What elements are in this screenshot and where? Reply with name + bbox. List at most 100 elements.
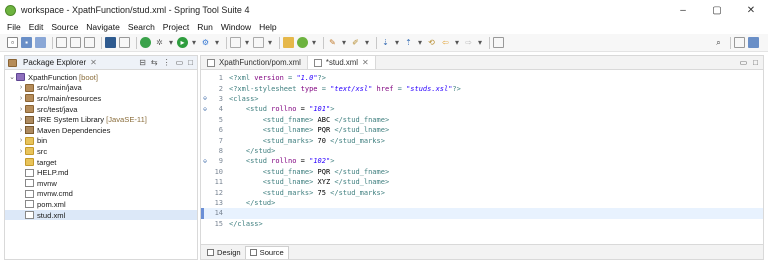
- forward-dropdown-icon[interactable]: ▾: [477, 37, 483, 48]
- code-line[interactable]: ⊖ 4 <stud rollno = "101">: [201, 104, 763, 114]
- run-dropdown-icon[interactable]: ▾: [191, 37, 197, 48]
- fold-toggle-icon[interactable]: ⊖: [201, 158, 209, 165]
- menu-navigate[interactable]: Navigate: [86, 22, 120, 32]
- tree-item[interactable]: mvnw.cmd: [5, 189, 197, 200]
- menu-window[interactable]: Window: [221, 22, 251, 32]
- new-java-class-icon[interactable]: [253, 37, 264, 48]
- code-line[interactable]: 10 <stud_fname> PQR </stud_fname>: [201, 167, 763, 177]
- annotation-dropdown-icon[interactable]: ▾: [364, 37, 370, 48]
- tree-item[interactable]: mvnw: [5, 178, 197, 189]
- new-icon[interactable]: ▫: [7, 37, 18, 48]
- open-perspective-button-icon[interactable]: [734, 37, 745, 48]
- search-dropdown-icon[interactable]: ▾: [341, 37, 347, 48]
- terminal-icon[interactable]: [119, 37, 130, 48]
- code-line[interactable]: ⊖ 9 <stud rollno = "102">: [201, 156, 763, 166]
- save-all-icon[interactable]: [35, 37, 46, 48]
- chevron-down-icon[interactable]: ⌄: [8, 73, 16, 81]
- tree-item[interactable]: ⌄ XpathFunction [boot]: [5, 72, 197, 83]
- code-line[interactable]: 12 <stud_marks> 75 </stud_marks>: [201, 187, 763, 197]
- menu-run[interactable]: Run: [197, 22, 213, 32]
- menu-search[interactable]: Search: [128, 22, 155, 32]
- maximize-button[interactable]: ▢: [700, 0, 734, 20]
- chevron-right-icon[interactable]: ›: [17, 137, 25, 144]
- save-icon[interactable]: ▪: [21, 37, 32, 48]
- tree-item[interactable]: › src/main/resources: [5, 93, 197, 104]
- maximize-editor-icon[interactable]: □: [753, 58, 758, 67]
- close-icon[interactable]: ✕: [362, 58, 369, 67]
- next-annotation-icon[interactable]: ⇣: [380, 37, 391, 48]
- menu-help[interactable]: Help: [259, 22, 276, 32]
- annotation-icon[interactable]: ✐: [350, 37, 361, 48]
- toggle-mark-icon[interactable]: [84, 37, 95, 48]
- fold-toggle-icon[interactable]: ⊖: [201, 106, 209, 113]
- maximize-view-icon[interactable]: □: [188, 58, 193, 67]
- run-icon[interactable]: ▸: [177, 37, 188, 48]
- tree-item[interactable]: HELP.md: [5, 167, 197, 178]
- code-line[interactable]: 1 <?xml version = "1.0"?>: [201, 73, 763, 83]
- editor-tab-pom-xml[interactable]: XpathFunction/pom.xml: [201, 56, 308, 69]
- minimize-view-icon[interactable]: ▭: [176, 58, 184, 67]
- new-server-icon[interactable]: [230, 37, 241, 48]
- new-java-class-dropdown-icon[interactable]: ▾: [267, 37, 273, 48]
- chevron-right-icon[interactable]: ›: [17, 106, 25, 113]
- debug-icon[interactable]: ✲: [154, 37, 165, 48]
- tree-item[interactable]: › JRE System Library [JavaSE-11]: [5, 114, 197, 125]
- console-icon[interactable]: [105, 37, 116, 48]
- code-line[interactable]: 8 </stud>: [201, 146, 763, 156]
- menu-file[interactable]: File: [7, 22, 21, 32]
- menu-edit[interactable]: Edit: [29, 22, 44, 32]
- code-line[interactable]: 6 <stud_lname> PQR </stud_lname>: [201, 125, 763, 135]
- view-menu-icon[interactable]: ⋮: [163, 58, 171, 67]
- tree-item[interactable]: stud.xml: [5, 209, 197, 221]
- search-icon[interactable]: ⌕: [713, 37, 724, 48]
- next-annotation-dropdown-icon[interactable]: ▾: [394, 37, 400, 48]
- code-line[interactable]: ⊖ 3 <class>: [201, 94, 763, 104]
- open-perspective-icon[interactable]: [283, 37, 294, 48]
- pencil-icon[interactable]: ✎: [327, 37, 338, 48]
- tree-item[interactable]: pom.xml: [5, 199, 197, 210]
- link-with-editor-icon[interactable]: ⇆: [151, 58, 158, 67]
- vertical-scrollbar[interactable]: [755, 71, 761, 241]
- previous-annotation-dropdown-icon[interactable]: ▾: [417, 37, 423, 48]
- minimize-editor-icon[interactable]: ▭: [740, 58, 748, 67]
- menu-project[interactable]: Project: [163, 22, 189, 32]
- open-type-icon[interactable]: [56, 37, 67, 48]
- chevron-right-icon[interactable]: ›: [17, 95, 25, 102]
- java-perspective-icon[interactable]: [748, 37, 759, 48]
- chevron-right-icon[interactable]: ›: [17, 127, 25, 134]
- spring-icon[interactable]: [297, 37, 308, 48]
- fold-toggle-icon[interactable]: ⊖: [201, 95, 209, 102]
- forward-icon[interactable]: ⇨: [463, 37, 474, 48]
- code-line[interactable]: 14: [201, 208, 763, 219]
- code-line[interactable]: 5 <stud_fname> ABC </stud_fname>: [201, 115, 763, 125]
- code-line[interactable]: 2 <?xml-stylesheet type = "text/xsl" href…: [201, 83, 763, 93]
- boot-dashboard-icon[interactable]: [140, 37, 151, 48]
- external-tools-dropdown-icon[interactable]: ▾: [214, 37, 220, 48]
- spring-dropdown-icon[interactable]: ▾: [311, 37, 317, 48]
- chevron-right-icon[interactable]: ›: [17, 116, 25, 123]
- tab-source[interactable]: Source: [244, 245, 289, 259]
- code-line[interactable]: 11 <stud_lname> XYZ </stud_lname>: [201, 177, 763, 187]
- chevron-right-icon[interactable]: ›: [17, 148, 25, 155]
- code-line[interactable]: 7 <stud_marks> 70 </stud_marks>: [201, 135, 763, 145]
- minimize-button[interactable]: –: [666, 0, 700, 20]
- code-line[interactable]: 13 </stud>: [201, 198, 763, 208]
- back-icon[interactable]: ⇦: [440, 37, 451, 48]
- tree-item[interactable]: › bin: [5, 136, 197, 147]
- code-line[interactable]: 15 </class>: [201, 219, 763, 229]
- tree-item[interactable]: › src/test/java: [5, 104, 197, 115]
- horizontal-scrollbar[interactable]: [201, 238, 763, 243]
- open-task-icon[interactable]: [70, 37, 81, 48]
- tab-design[interactable]: Design: [203, 246, 245, 259]
- debug-dropdown-icon[interactable]: ▾: [168, 37, 174, 48]
- tree-item[interactable]: › src: [5, 146, 197, 157]
- source-code-editor[interactable]: 1 <?xml version = "1.0"?> 2 <?xml-styleshee…: [201, 71, 763, 241]
- close-icon[interactable]: ✕: [90, 58, 97, 67]
- close-button[interactable]: ✕: [734, 0, 768, 20]
- chevron-right-icon[interactable]: ›: [17, 84, 25, 91]
- external-tools-icon[interactable]: ⚙: [200, 37, 211, 48]
- collapse-all-icon[interactable]: ⊟: [139, 58, 146, 67]
- tree-item[interactable]: target: [5, 157, 197, 168]
- back-dropdown-icon[interactable]: ▾: [454, 37, 460, 48]
- previous-annotation-icon[interactable]: ⇡: [403, 37, 414, 48]
